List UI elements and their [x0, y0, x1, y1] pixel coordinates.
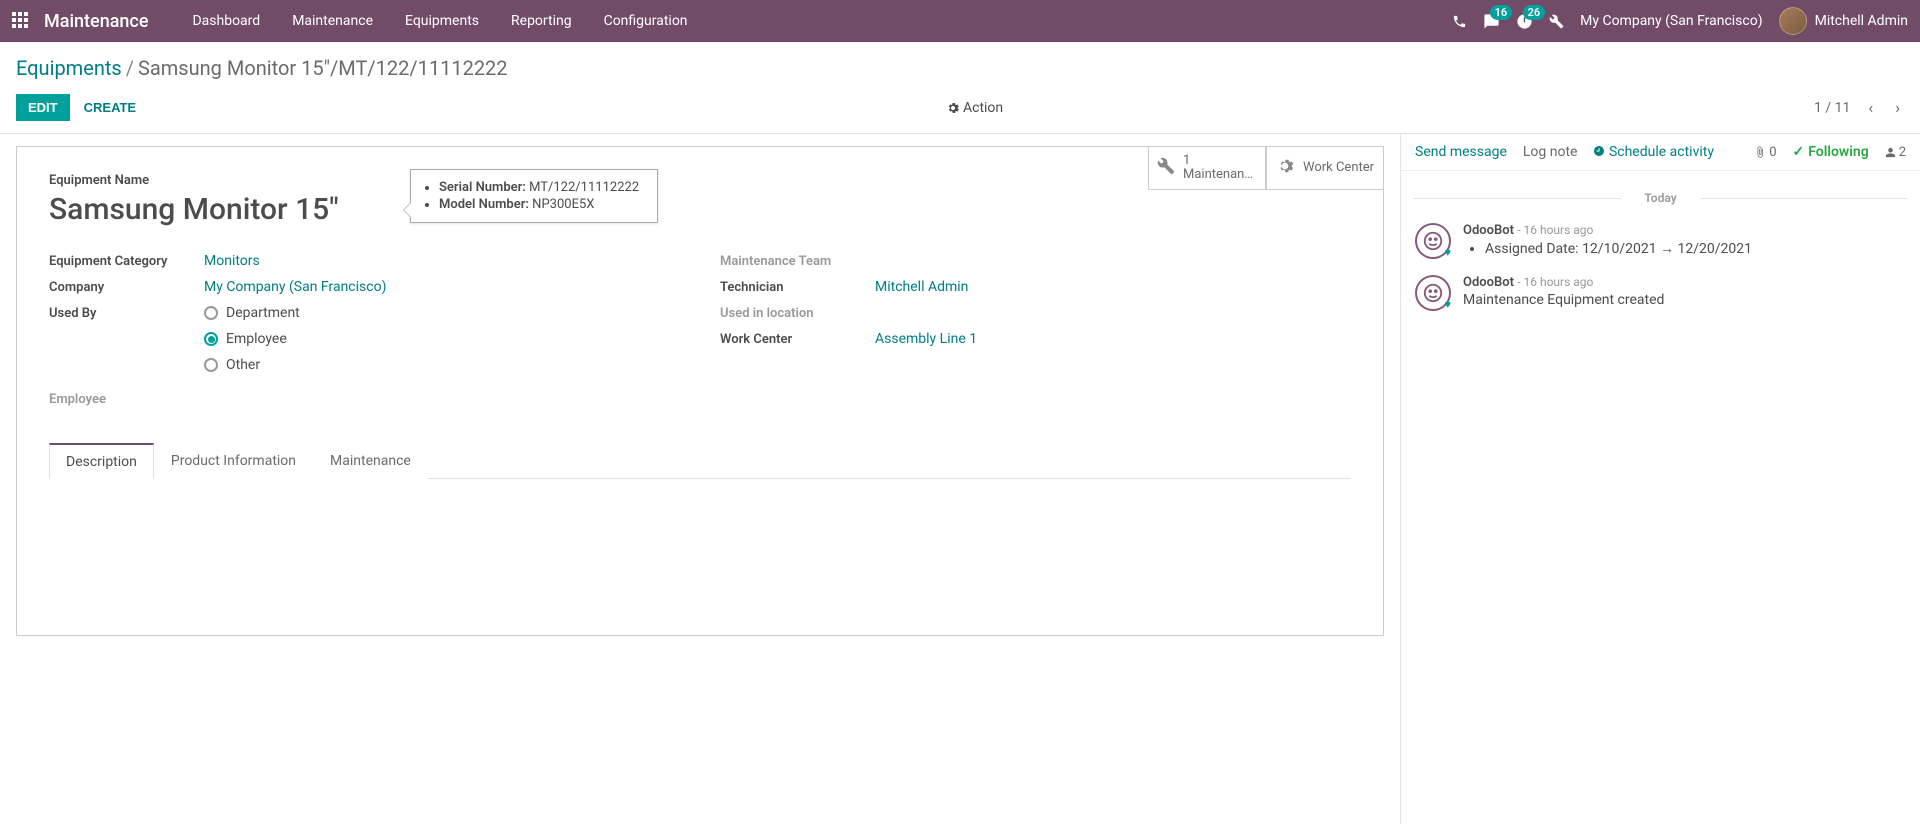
- technician-value[interactable]: Mitchell Admin: [875, 279, 1351, 295]
- gears-icon: [1275, 156, 1295, 181]
- systray: 16 26 My Company (San Francisco) Mitchel…: [1452, 7, 1908, 35]
- chatter-topbar: Send message Log note Schedule activity …: [1401, 134, 1920, 171]
- menu-dashboard[interactable]: Dashboard: [176, 3, 276, 39]
- bot-avatar: ♥: [1415, 275, 1451, 311]
- attachments-button[interactable]: 0: [1754, 145, 1776, 160]
- activity-badge: 26: [1523, 5, 1546, 20]
- breadcrumb-parent[interactable]: Equipments: [16, 56, 122, 80]
- form-area: 1 Maintenan… Work Center Serial Number: …: [0, 134, 1400, 824]
- menu-configuration[interactable]: Configuration: [588, 3, 704, 39]
- create-button[interactable]: CREATE: [84, 100, 136, 115]
- radio-department[interactable]: Department: [204, 305, 680, 321]
- stat-buttons: 1 Maintenan… Work Center: [1148, 146, 1384, 190]
- activity-icon[interactable]: 26: [1516, 13, 1533, 30]
- equipment-name: Samsung Monitor 15": [49, 192, 1351, 227]
- usedby-radio-group: Department Employee Other: [204, 305, 680, 373]
- workcenter-value[interactable]: Assembly Line 1: [875, 331, 1351, 347]
- pager-next[interactable]: ›: [1891, 96, 1904, 119]
- chatter: Send message Log note Schedule activity …: [1400, 134, 1920, 824]
- wrench-icon: [1157, 157, 1175, 180]
- technician-label: Technician: [720, 279, 875, 295]
- chatter-body: Today ♥ OdooBot - 16 hours ago Assigned …: [1401, 171, 1920, 331]
- pager-prev[interactable]: ‹: [1864, 96, 1877, 119]
- bot-avatar: ♥: [1415, 223, 1451, 259]
- messaging-badge: 16: [1490, 5, 1513, 20]
- form-sheet: 1 Maintenan… Work Center Serial Number: …: [16, 146, 1384, 636]
- menu-equipments[interactable]: Equipments: [389, 3, 495, 39]
- gear-icon: [947, 102, 959, 114]
- stat-maintenance[interactable]: 1 Maintenan…: [1148, 146, 1266, 190]
- user-icon: [1885, 147, 1896, 158]
- team-label: Maintenance Team: [720, 253, 875, 269]
- main-menu: Dashboard Maintenance Equipments Reporti…: [176, 3, 703, 39]
- company-value[interactable]: My Company (San Francisco): [204, 279, 680, 295]
- breadcrumb: Equipments/Samsung Monitor 15"/MT/122/11…: [16, 56, 1904, 80]
- tooltip-box: Serial Number: MT/122/11112222 Model Num…: [410, 169, 658, 223]
- messaging-icon[interactable]: 16: [1483, 13, 1500, 30]
- main-layout: 1 Maintenan… Work Center Serial Number: …: [0, 134, 1920, 824]
- control-panel: EDIT CREATE Action 1 / 11 ‹ ›: [0, 86, 1920, 134]
- schedule-activity-button[interactable]: Schedule activity: [1593, 144, 1714, 160]
- employee-label: Employee: [49, 391, 204, 407]
- workcenter-label: Work Center: [720, 331, 875, 347]
- log-note-button[interactable]: Log note: [1523, 144, 1578, 160]
- category-label: Equipment Category: [49, 253, 204, 269]
- category-value[interactable]: Monitors: [204, 253, 680, 269]
- breadcrumb-current: Samsung Monitor 15"/MT/122/11112222: [138, 56, 508, 80]
- user-menu[interactable]: Mitchell Admin: [1779, 7, 1908, 35]
- company-label: Company: [49, 279, 204, 295]
- paperclip-icon: [1754, 146, 1766, 158]
- user-avatar: [1779, 7, 1807, 35]
- user-name: Mitchell Admin: [1815, 13, 1908, 29]
- breadcrumb-bar: Equipments/Samsung Monitor 15"/MT/122/11…: [0, 42, 1920, 86]
- tab-product-info[interactable]: Product Information: [154, 443, 313, 479]
- app-name: Maintenance: [44, 11, 148, 32]
- following-button[interactable]: ✓ Following: [1793, 144, 1869, 160]
- date-separator: Today: [1401, 191, 1920, 205]
- location-label: Used in location: [720, 305, 875, 321]
- tab-maintenance[interactable]: Maintenance: [313, 443, 428, 479]
- topbar: Maintenance Dashboard Maintenance Equipm…: [0, 0, 1920, 42]
- menu-maintenance[interactable]: Maintenance: [276, 3, 389, 39]
- radio-employee[interactable]: Employee: [204, 331, 680, 347]
- menu-reporting[interactable]: Reporting: [495, 3, 588, 39]
- stat-workcenter[interactable]: Work Center: [1266, 146, 1384, 190]
- tabs: Description Product Information Maintena…: [49, 443, 1351, 479]
- usedby-label: Used By: [49, 305, 204, 321]
- phone-icon[interactable]: [1452, 14, 1467, 29]
- action-dropdown[interactable]: Action: [947, 100, 1003, 116]
- message: ♥ OdooBot - 16 hours ago Assigned Date: …: [1401, 215, 1920, 267]
- message: ♥ OdooBot - 16 hours ago Maintenance Equ…: [1401, 267, 1920, 319]
- clock-icon: [1593, 145, 1605, 157]
- pager-text: 1 / 11: [1814, 100, 1850, 116]
- apps-icon[interactable]: [12, 12, 30, 30]
- radio-other[interactable]: Other: [204, 357, 680, 373]
- tab-description[interactable]: Description: [49, 443, 154, 479]
- send-message-button[interactable]: Send message: [1415, 144, 1507, 160]
- company-switcher[interactable]: My Company (San Francisco): [1580, 13, 1762, 29]
- edit-button[interactable]: EDIT: [16, 94, 70, 121]
- followers-button[interactable]: 2: [1885, 145, 1906, 160]
- debug-icon[interactable]: [1549, 14, 1564, 29]
